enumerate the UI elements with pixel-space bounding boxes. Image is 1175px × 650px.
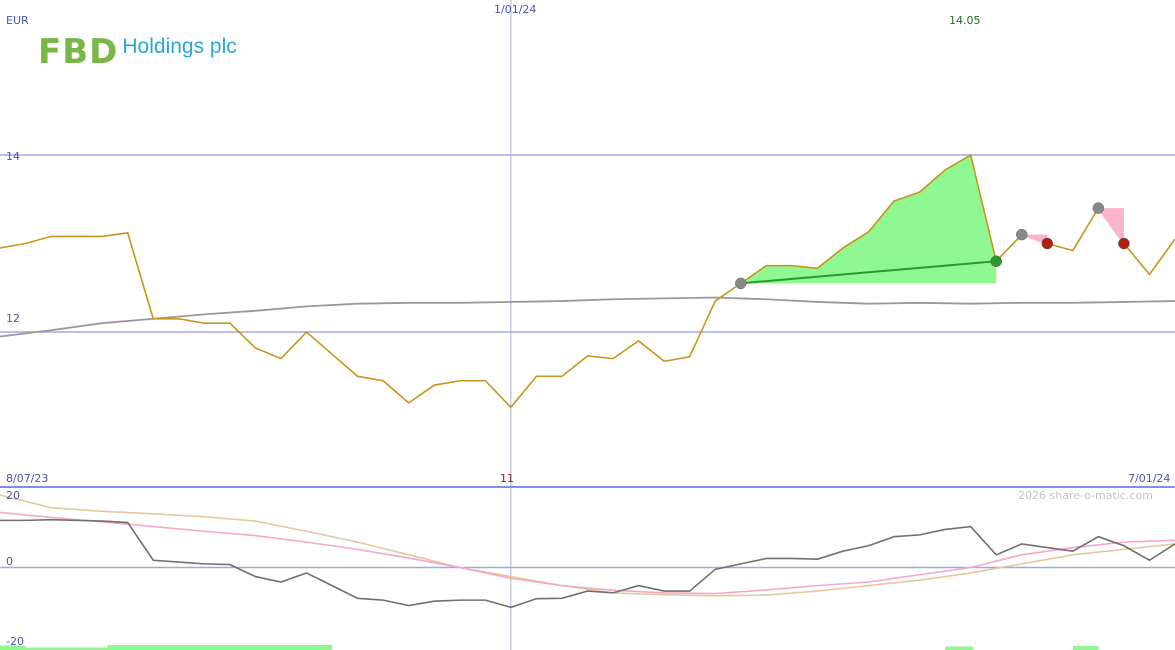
currency-label: EUR bbox=[6, 14, 29, 27]
trade-exit-marker-1 bbox=[1041, 237, 1054, 250]
volume-bar-2 bbox=[107, 645, 333, 650]
oscillator-center-label: 11 bbox=[500, 472, 514, 485]
company-logo: FBD Holdings plc bbox=[38, 34, 237, 70]
volume-bar-4 bbox=[1072, 646, 1099, 650]
oscillator-line-2 bbox=[0, 494, 1175, 597]
volume-bar-3 bbox=[945, 646, 974, 650]
y-tick-14: 14 bbox=[6, 150, 20, 163]
trade-entry-marker-0 bbox=[735, 277, 747, 290]
osc-y-tick-0: 0 bbox=[6, 555, 13, 568]
trade-exit-marker-2 bbox=[1118, 237, 1130, 250]
x-mid-date-label: 1/01/24 bbox=[494, 3, 537, 16]
moving-average-line bbox=[0, 296, 1175, 338]
price-chart bbox=[0, 0, 1175, 650]
trade-exit-marker-0 bbox=[990, 255, 1002, 267]
highlight-price-label: 14.05 bbox=[949, 14, 981, 27]
logo-wordmark: Holdings plc bbox=[122, 35, 237, 58]
logo-letters: FBD bbox=[38, 32, 119, 72]
oscillator-line-0 bbox=[0, 518, 1175, 609]
x-end-date-label: 7/01/24 bbox=[1128, 472, 1171, 485]
trade-entry-marker-2 bbox=[1092, 202, 1105, 214]
trade-entry-marker-1 bbox=[1015, 228, 1028, 241]
osc-y-tick-20: 20 bbox=[6, 489, 20, 502]
price-line bbox=[0, 153, 1175, 409]
osc-y-tick-minus20: -20 bbox=[6, 635, 24, 648]
copyright-label: 2026 share-o-matic.com bbox=[1018, 489, 1153, 502]
x-start-date-label: 8/07/23 bbox=[6, 472, 49, 485]
y-tick-12: 12 bbox=[6, 312, 20, 325]
